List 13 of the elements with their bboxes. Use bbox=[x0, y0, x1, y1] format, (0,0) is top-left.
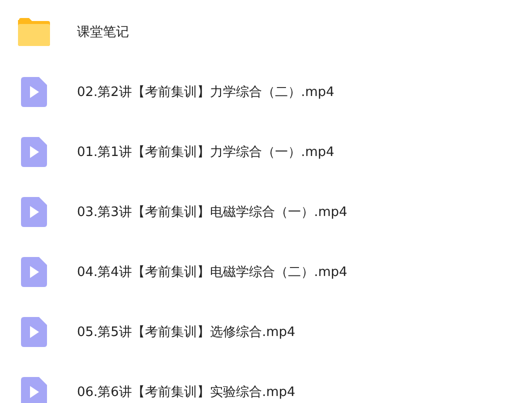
file-name[interactable]: 02.第2讲【考前集训】力学综合（二）.mp4 bbox=[77, 83, 334, 101]
file-name[interactable]: 05.第5讲【考前集训】选修综合.mp4 bbox=[77, 323, 296, 341]
file-name[interactable]: 06.第6讲【考前集训】实验综合.mp4 bbox=[77, 383, 296, 401]
folder-name[interactable]: 课堂笔记 bbox=[77, 23, 129, 41]
file-name[interactable]: 03.第3讲【考前集训】电磁学综合（一）.mp4 bbox=[77, 203, 348, 221]
video-file-icon bbox=[20, 317, 46, 347]
file-name[interactable]: 01.第1讲【考前集训】力学综合（一）.mp4 bbox=[77, 143, 334, 161]
file-name[interactable]: 04.第4讲【考前集训】电磁学综合（二）.mp4 bbox=[77, 263, 348, 281]
video-file-icon bbox=[20, 197, 46, 227]
video-file-icon bbox=[20, 257, 46, 287]
video-file-icon bbox=[20, 77, 46, 107]
folder-icon bbox=[16, 17, 50, 47]
video-file-icon bbox=[20, 137, 46, 167]
